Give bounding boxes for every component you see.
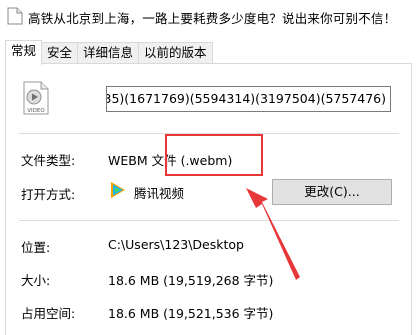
change-button[interactable]: 更改(C)... [272,179,392,205]
tab-previous-versions[interactable]: 以前的版本 [138,42,213,64]
tab-strip: 常规 安全 详细信息 以前的版本 [5,40,213,65]
size-label: 大小: [21,273,51,288]
file-name-value: 3434735)(1671769)(5594314)(3197504)(5757… [106,91,386,106]
video-file-icon: VIDEO [23,81,49,115]
tab-general[interactable]: 常规 [5,40,43,65]
tencent-video-icon [111,182,125,198]
size-value: 18.6 MB (19,519,268 字节) [108,273,274,288]
file-icon-caption: VIDEO [27,108,45,114]
title-bar: 高铁从北京到上海，一路上要耗费多少度电？说出来你可别不信！ [0,0,417,32]
separator [19,220,399,221]
open-with-app: 腾讯视频 [134,186,185,201]
properties-window: 高铁从北京到上海，一路上要耗费多少度电？说出来你可别不信！ 常规 安全 详细信息… [0,0,417,335]
open-with-label: 打开方式: [21,187,76,202]
window-title: 高铁从北京到上海，一路上要耗费多少度电？说出来你可别不信！ [28,11,397,26]
document-icon [7,7,23,25]
file-type-label: 文件类型: [21,153,76,168]
location-value: C:\Users\123\Desktop [108,237,244,252]
tab-details[interactable]: 详细信息 [77,42,140,64]
size-on-disk-value: 18.6 MB (19,521,536 字节) [108,306,274,321]
tab-security[interactable]: 安全 [41,42,79,64]
location-label: 位置: [21,240,51,255]
size-on-disk-label: 占用空间: [21,306,76,321]
file-name-field[interactable]: 3434735)(1671769)(5594314)(3197504)(5757… [106,86,391,112]
annotation-highlight-box [165,134,263,176]
